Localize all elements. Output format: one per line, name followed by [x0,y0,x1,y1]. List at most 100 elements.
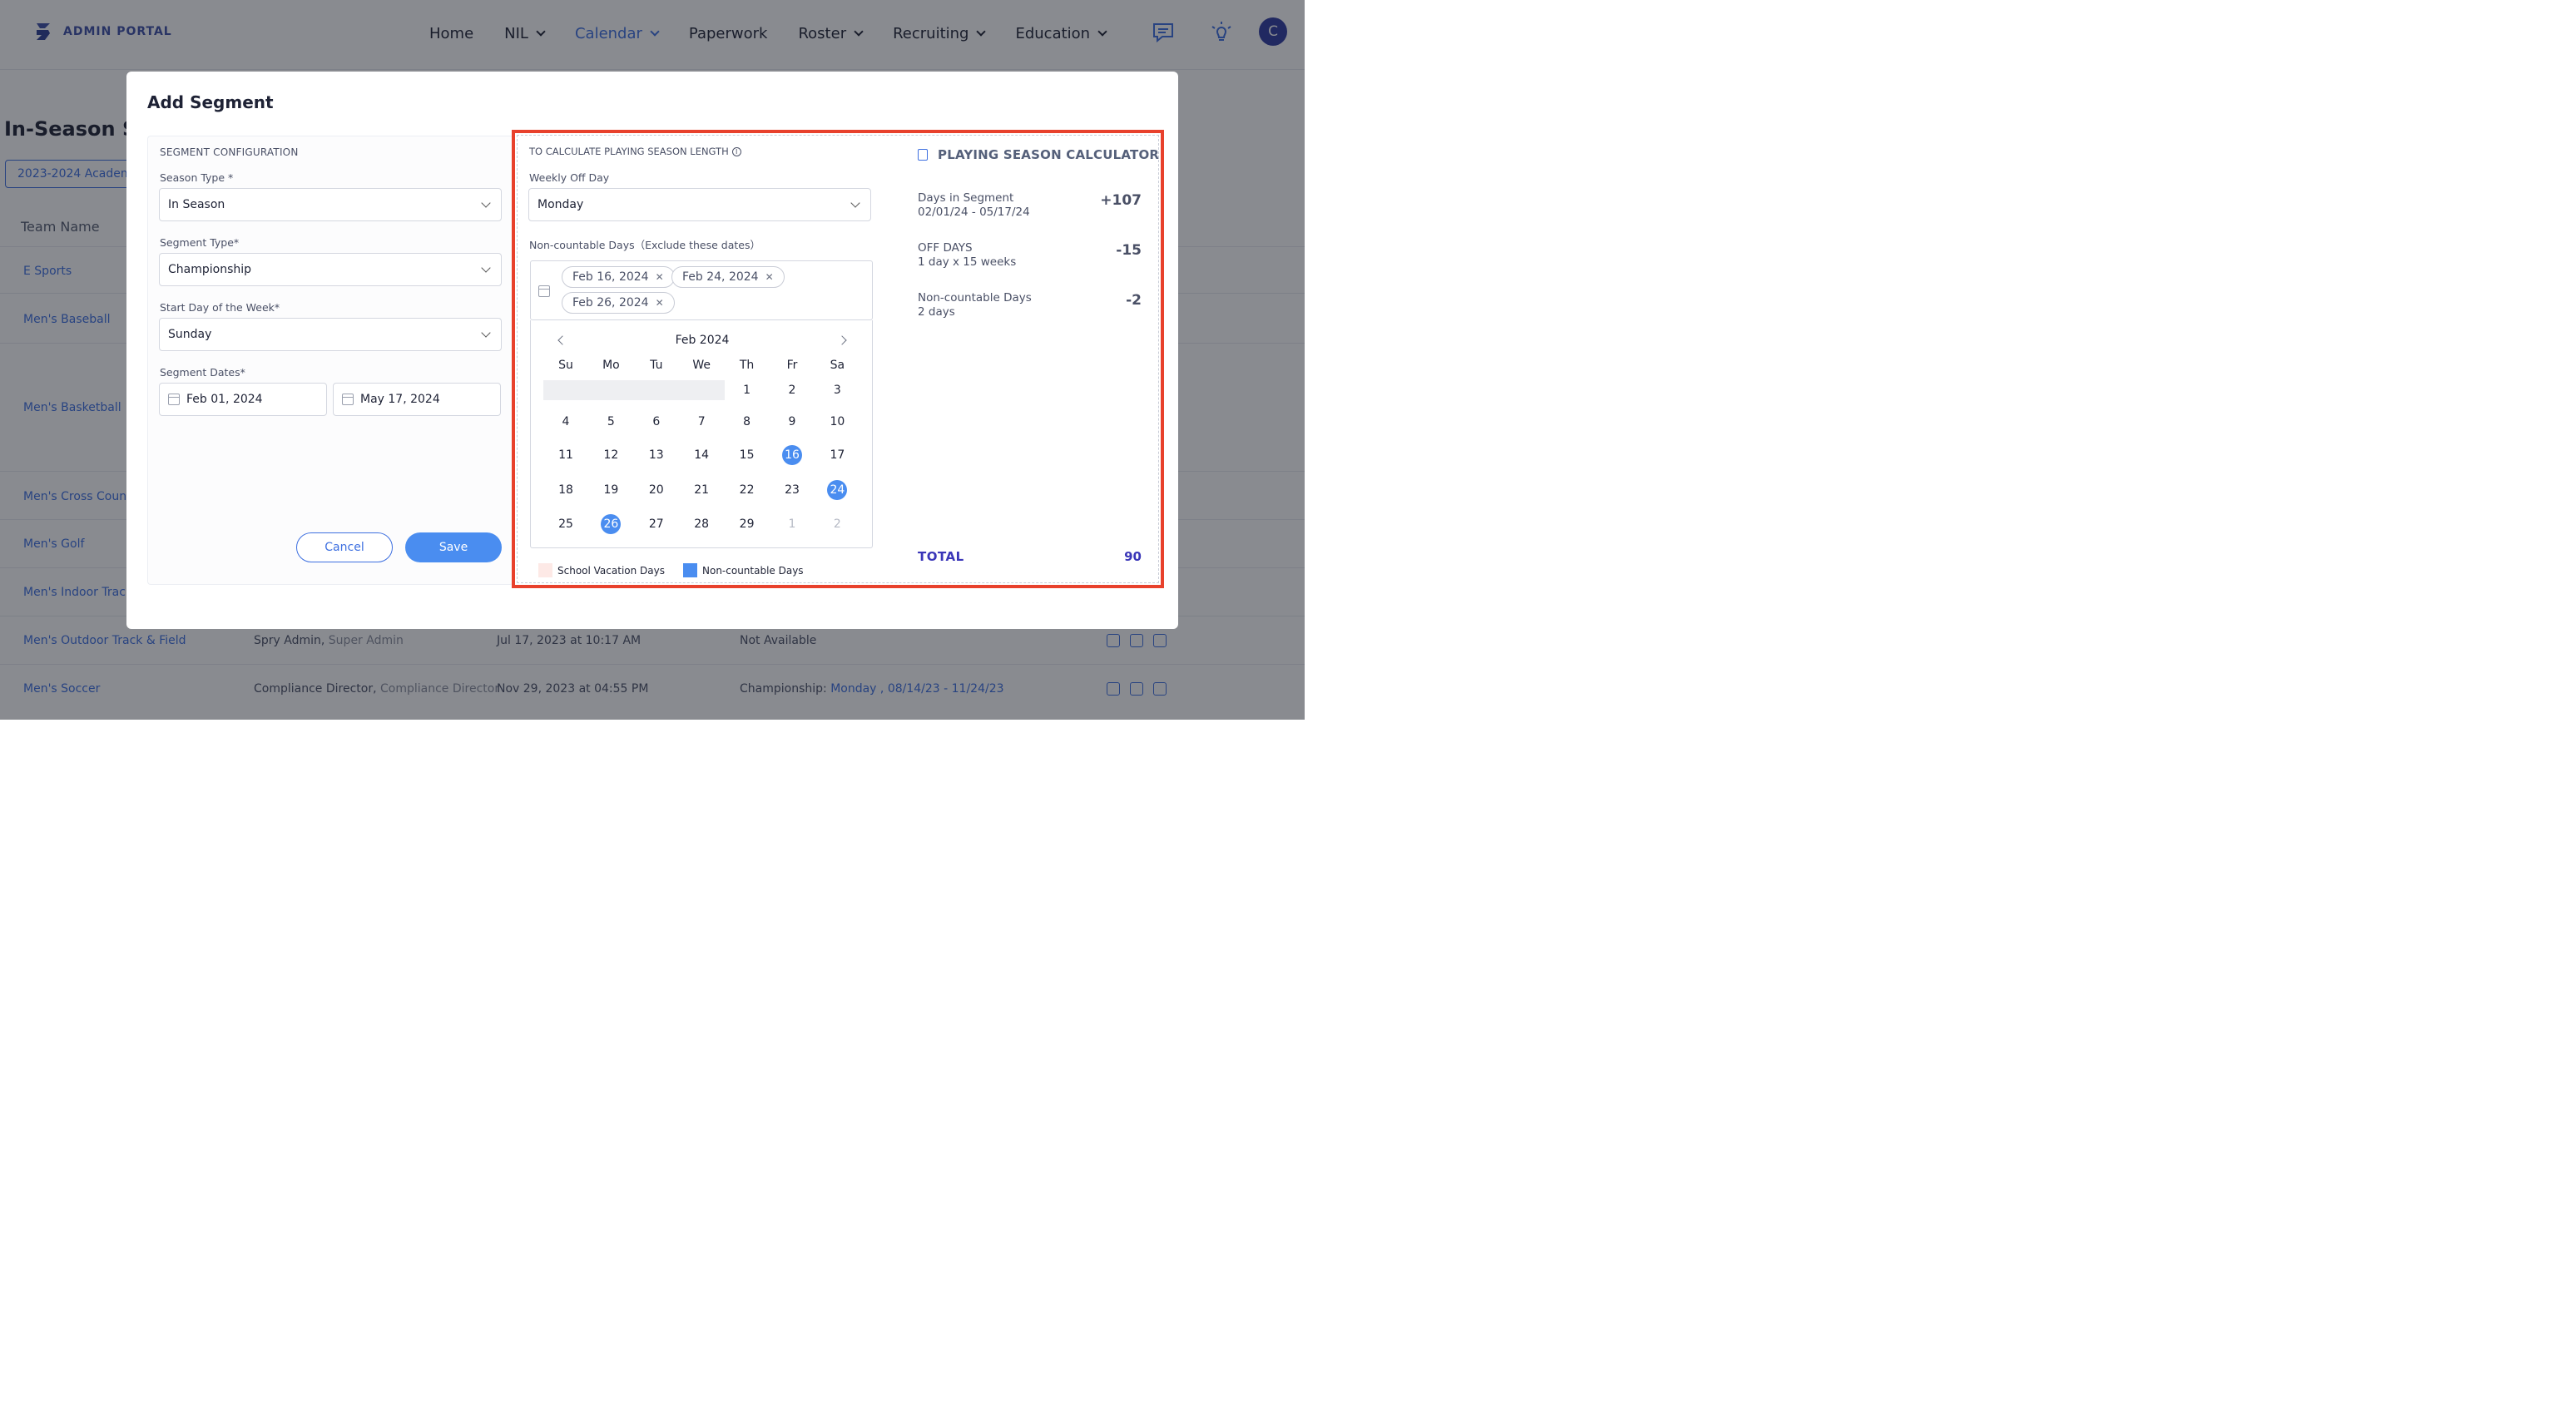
calendar-day-number: 1 [788,517,796,531]
total-value: 90 [1124,549,1142,564]
weekday-header: Su [558,359,573,372]
calendar-day[interactable]: 22 [725,480,770,500]
season-type-label: Season Type * [160,171,234,184]
cancel-button[interactable]: Cancel [296,532,393,562]
legend-label: Non-countable Days [702,564,804,577]
date-tag-label: Feb 26, 2024 [572,296,649,309]
legend-noncountable: Non-countable Days [683,563,804,577]
calendar-icon [538,285,550,297]
start-day-select[interactable]: Sunday [159,318,502,351]
weekly-off-day-select[interactable]: Monday [528,188,871,221]
calendar-day-number: 25 [558,517,573,531]
calendar-day[interactable]: 7 [679,412,724,432]
section-title: SEGMENT CONFIGURATION [160,146,299,158]
weekly-off-day-value: Monday [537,198,584,211]
calendar-day[interactable]: 10 [815,412,859,432]
calendar-day[interactable]: 2 [815,514,859,534]
calendar-day-number: 23 [785,483,800,497]
calculator-title: PLAYING SEASON CALCULATOR [918,147,1159,162]
calendar-day-selected[interactable]: 24 [815,480,859,500]
calendar-day-number: 28 [694,517,710,531]
calendar-day[interactable]: 6 [634,412,679,432]
close-icon[interactable]: ✕ [656,271,664,283]
legend-vacation: School Vacation Days [538,563,665,577]
add-segment-modal: Add Segment SEGMENT CONFIGURATION Season… [126,72,1178,629]
off-days-value: -15 [1116,242,1142,259]
calendar-day[interactable]: 8 [725,412,770,432]
season-length-section: TO CALCULATE PLAYING SEASON LENGTH i Wee… [517,135,1159,583]
segment-configuration-panel: SEGMENT CONFIGURATION Season Type * In S… [147,136,513,585]
date-tag-label: Feb 16, 2024 [572,270,649,284]
noncountable-days-value: -2 [1126,292,1142,309]
calendar-day-number: 12 [603,448,619,462]
start-date-value: Feb 01, 2024 [186,393,263,406]
legend-swatch [683,563,697,577]
noncountable-days-input[interactable]: Feb 16, 2024 ✕ Feb 24, 2024 ✕ Feb 26, 20… [530,260,873,320]
calendar-day-number: 11 [558,448,573,462]
calendar-day-number: 5 [607,415,615,428]
days-in-segment-label: Days in Segment 02/01/24 - 05/17/24 [918,191,1030,220]
calendar-day-selected[interactable]: 26 [588,514,633,534]
calendar-day[interactable]: 12 [588,445,633,465]
segment-type-label: Segment Type* [160,236,240,249]
calendar-day[interactable]: 15 [725,445,770,465]
calendar-day-number: 1 [743,384,751,397]
calendar-day[interactable]: 13 [634,445,679,465]
calendar-month-label: Feb 2024 [675,334,730,347]
legend-swatch [538,563,552,577]
calendar-day[interactable]: 1 [770,514,815,534]
chevron-down-icon [850,198,860,208]
calendar-day[interactable]: 19 [588,480,633,500]
calendar-day[interactable]: 5 [588,412,633,432]
noncountable-days-label: Non-countable Days（Exclude these dates） [529,239,760,251]
close-icon[interactable]: ✕ [765,271,774,283]
calendar-day[interactable]: 27 [634,514,679,534]
date-tag: Feb 24, 2024 ✕ [671,266,785,288]
calendar-day[interactable]: 9 [770,412,815,432]
calendar-day-number: 2 [833,517,841,531]
calendar-day-number: 18 [558,483,573,497]
calendar-day-number: 15 [739,448,755,462]
date-tag: Feb 26, 2024 ✕ [562,292,675,314]
calendar-day[interactable]: 3 [815,380,859,400]
weekday-header: Sa [830,359,845,372]
calendar-day[interactable]: 18 [543,480,588,500]
calendar-day[interactable]: 28 [679,514,724,534]
calendar-day-number: 24 [827,480,848,500]
end-date-input[interactable]: May 17, 2024 [333,383,501,416]
start-day-label: Start Day of the Week* [160,301,280,314]
calendar-day[interactable]: 29 [725,514,770,534]
calendar-day[interactable]: 1 [725,380,770,400]
calendar-day[interactable]: 11 [543,445,588,465]
chevron-down-icon [481,263,491,273]
season-type-select[interactable]: In Season [159,188,502,221]
calendar-day-selected[interactable]: 16 [770,445,815,465]
noncountable-days-detail: 2 days [918,305,955,319]
calendar-day[interactable]: 2 [770,380,815,400]
segment-type-select[interactable]: Championship [159,253,502,286]
calendar-day[interactable]: 14 [679,445,724,465]
save-button[interactable]: Save [405,532,502,562]
calendar-day[interactable]: 17 [815,445,859,465]
start-day-value: Sunday [168,328,212,341]
info-icon[interactable]: i [731,146,741,156]
days-in-segment-value: +107 [1100,192,1142,209]
close-icon[interactable]: ✕ [656,297,664,309]
date-tag-label: Feb 24, 2024 [682,270,759,284]
calendar-day[interactable]: 4 [543,412,588,432]
start-date-input[interactable]: Feb 01, 2024 [159,383,327,416]
section-title-text: TO CALCULATE PLAYING SEASON LENGTH [529,146,729,157]
calendar-day-number: 22 [739,483,755,497]
calendar-day[interactable]: 20 [634,480,679,500]
weekday-header: Mo [602,359,620,372]
calendar-day[interactable]: 25 [543,514,588,534]
calendar-day-number: 14 [694,448,710,462]
segment-type-value: Championship [168,263,252,276]
calendar-day-number: 26 [601,514,622,534]
calendar-day-number: 2 [788,384,796,397]
season-type-value: In Season [168,198,225,211]
calendar-day[interactable]: 23 [770,480,815,500]
noncountable-days-summary-label: Non-countable Days 2 days [918,291,1032,319]
calendar-day[interactable]: 21 [679,480,724,500]
calendar-icon [342,394,354,405]
